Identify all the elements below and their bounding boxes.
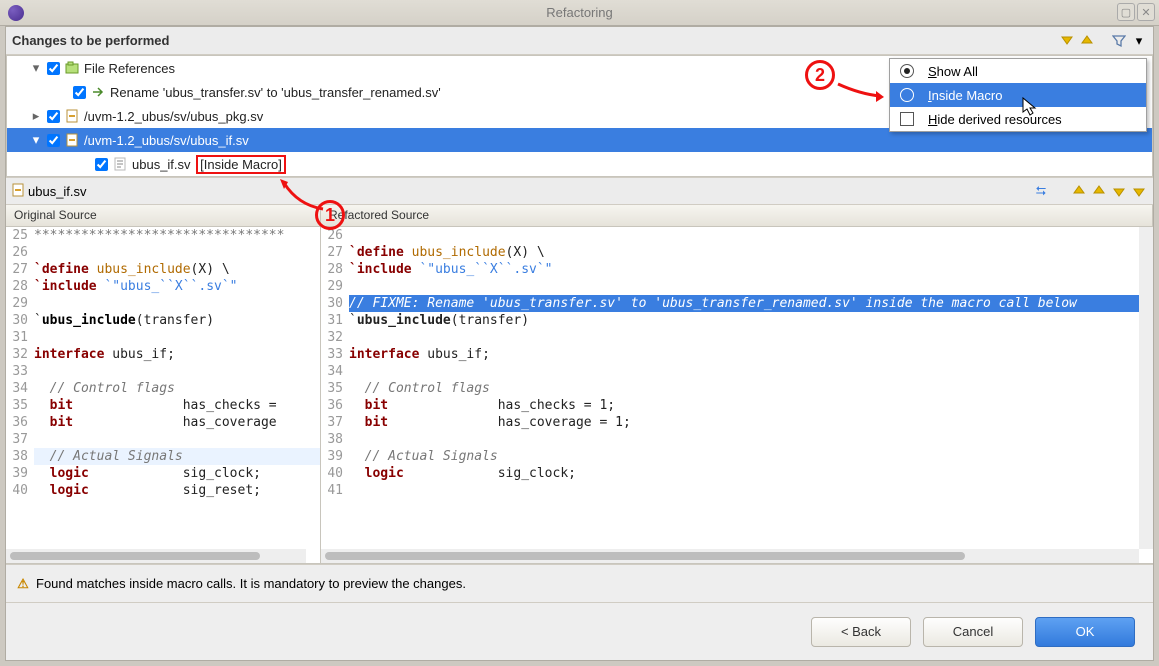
filter-show-all[interactable]: Show All (890, 59, 1146, 83)
compare-tab-label: ubus_if.sv (28, 184, 87, 199)
h-scrollbar[interactable] (6, 549, 306, 563)
checkbox[interactable] (73, 86, 86, 99)
line-gutter: 25 26 27 28 29 30 31 32 33 34 35 36 37 3… (6, 227, 30, 563)
filter-label: Hide derived resources (928, 112, 1062, 127)
filter-icon[interactable] (1111, 33, 1127, 49)
status-bar: ⚠ Found matches inside macro calls. It i… (6, 564, 1153, 602)
checkbox-icon (900, 112, 914, 126)
filter-menu[interactable]: Show All Inside Macro Hide derived resou… (889, 58, 1147, 132)
maximize-button[interactable]: ▢ (1117, 3, 1135, 21)
refactored-source-pane[interactable]: 26 27 28 29 30 31 32 33 34 35 36 37 38 3… (321, 227, 1153, 563)
filter-label: Inside Macro (928, 88, 1002, 103)
checkbox[interactable] (95, 158, 108, 171)
text-match-icon (112, 156, 128, 172)
compare-copy-right-icon[interactable] (1091, 183, 1107, 199)
compare-nav-icon[interactable]: ⮀ (1033, 183, 1049, 199)
cancel-button[interactable]: Cancel (923, 617, 1023, 647)
tree-label: ubus_if.sv [Inside Macro] (132, 157, 286, 172)
changes-label: Changes to be performed (12, 33, 169, 48)
radio-icon (900, 64, 914, 78)
twisty-icon[interactable]: ▾ (29, 132, 43, 148)
original-source-header: Original Source (6, 205, 321, 227)
tree-label: /uvm-1.2_ubus/sv/ubus_pkg.sv (84, 109, 263, 124)
back-button[interactable]: < Back (811, 617, 911, 647)
ok-button[interactable]: OK (1035, 617, 1135, 647)
line-gutter: 26 27 28 29 30 31 32 33 34 35 36 37 38 3… (321, 227, 345, 563)
twisty-icon[interactable]: ▸ (29, 108, 43, 124)
filter-inside-macro[interactable]: Inside Macro (890, 83, 1146, 107)
original-source-pane[interactable]: 25 26 27 28 29 30 31 32 33 34 35 36 37 3… (6, 227, 321, 563)
compare-tab[interactable]: ubus_if.sv (12, 183, 87, 200)
tree-child-inside-macro[interactable]: ubus_if.sv [Inside Macro] (7, 152, 1152, 176)
refactored-source-header: Refactored Source (321, 205, 1153, 227)
filter-hide-derived[interactable]: Hide derived resources (890, 107, 1146, 131)
tree-label: /uvm-1.2_ubus/sv/ubus_if.sv (84, 133, 249, 148)
tree-label: Rename 'ubus_transfer.sv' to 'ubus_trans… (110, 85, 441, 100)
inside-macro-tag: [Inside Macro] (196, 155, 286, 174)
compare-prev-icon[interactable] (1131, 183, 1147, 199)
checkbox[interactable] (47, 110, 60, 123)
titlebar: Refactoring ▢ ✕ (0, 0, 1159, 26)
prev-change-icon[interactable] (1079, 33, 1095, 49)
sv-file-icon (64, 108, 80, 124)
next-change-icon[interactable] (1059, 33, 1075, 49)
close-button[interactable]: ✕ (1137, 3, 1155, 21)
code-text: ******************************** `define… (30, 227, 320, 563)
compare-header: ubus_if.sv ⮀ (6, 177, 1153, 205)
sv-file-icon (12, 183, 24, 200)
changes-header: Changes to be performed ▾ (6, 27, 1153, 55)
v-scrollbar[interactable] (1139, 227, 1153, 549)
references-icon (64, 60, 80, 76)
window-title: Refactoring (0, 5, 1159, 20)
compare-panes: 25 26 27 28 29 30 31 32 33 34 35 36 37 3… (6, 227, 1153, 564)
status-message: Found matches inside macro calls. It is … (36, 576, 466, 591)
filter-dropdown-icon[interactable]: ▾ (1131, 33, 1147, 49)
h-scrollbar[interactable] (321, 549, 1139, 563)
compare-next-icon[interactable] (1111, 183, 1127, 199)
warning-icon: ⚠ (16, 577, 30, 591)
compare-copy-left-icon[interactable] (1071, 183, 1087, 199)
checkbox[interactable] (47, 134, 60, 147)
button-row: < Back Cancel OK (6, 602, 1153, 660)
filter-label: Show All (928, 64, 978, 79)
move-icon (90, 84, 106, 100)
compare-column-headers: Original Source Refactored Source (6, 205, 1153, 227)
sv-file-icon (64, 132, 80, 148)
checkbox[interactable] (47, 62, 60, 75)
radio-icon (900, 88, 914, 102)
twisty-icon[interactable]: ▾ (29, 60, 43, 76)
tree-label: File References (84, 61, 175, 76)
code-text: `define ubus_include(X) \ `include `"ubu… (345, 227, 1153, 563)
